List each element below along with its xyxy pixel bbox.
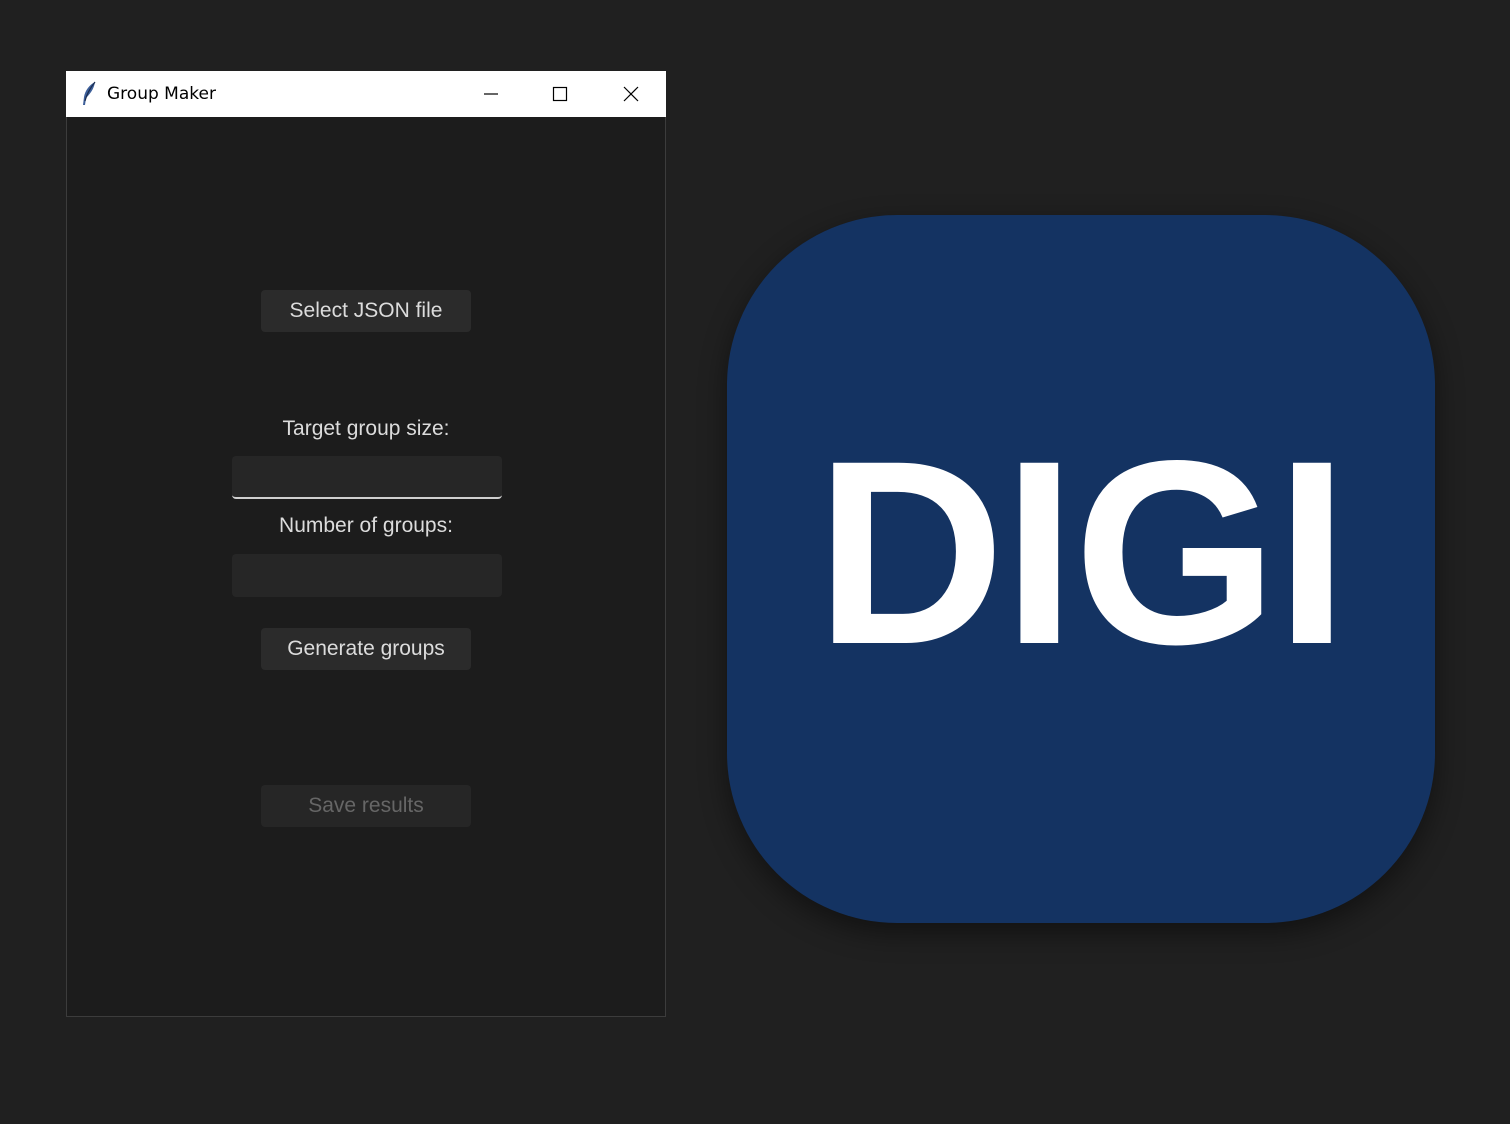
maximize-button[interactable] xyxy=(525,71,595,117)
maximize-icon xyxy=(552,86,568,102)
save-results-button[interactable]: Save results xyxy=(261,785,471,827)
select-json-file-button[interactable]: Select JSON file xyxy=(261,290,471,332)
logo-text: DIGI xyxy=(815,406,1349,699)
app-window: Group Maker Select JSON file Target grou… xyxy=(66,71,666,1017)
target-group-size-label: Target group size: xyxy=(282,417,450,440)
generate-groups-button[interactable]: Generate groups xyxy=(261,628,471,670)
close-button[interactable] xyxy=(596,71,666,117)
window-title: Group Maker xyxy=(107,84,216,104)
number-of-groups-input[interactable] xyxy=(232,554,502,597)
title-bar[interactable]: Group Maker xyxy=(66,71,666,117)
digi-logo: DIGI xyxy=(727,215,1435,923)
target-group-size-input[interactable] xyxy=(232,456,502,499)
close-icon xyxy=(623,86,639,102)
feather-icon xyxy=(80,81,98,107)
minimize-icon xyxy=(483,86,499,102)
minimize-button[interactable] xyxy=(456,71,526,117)
number-of-groups-label: Number of groups: xyxy=(279,514,453,537)
